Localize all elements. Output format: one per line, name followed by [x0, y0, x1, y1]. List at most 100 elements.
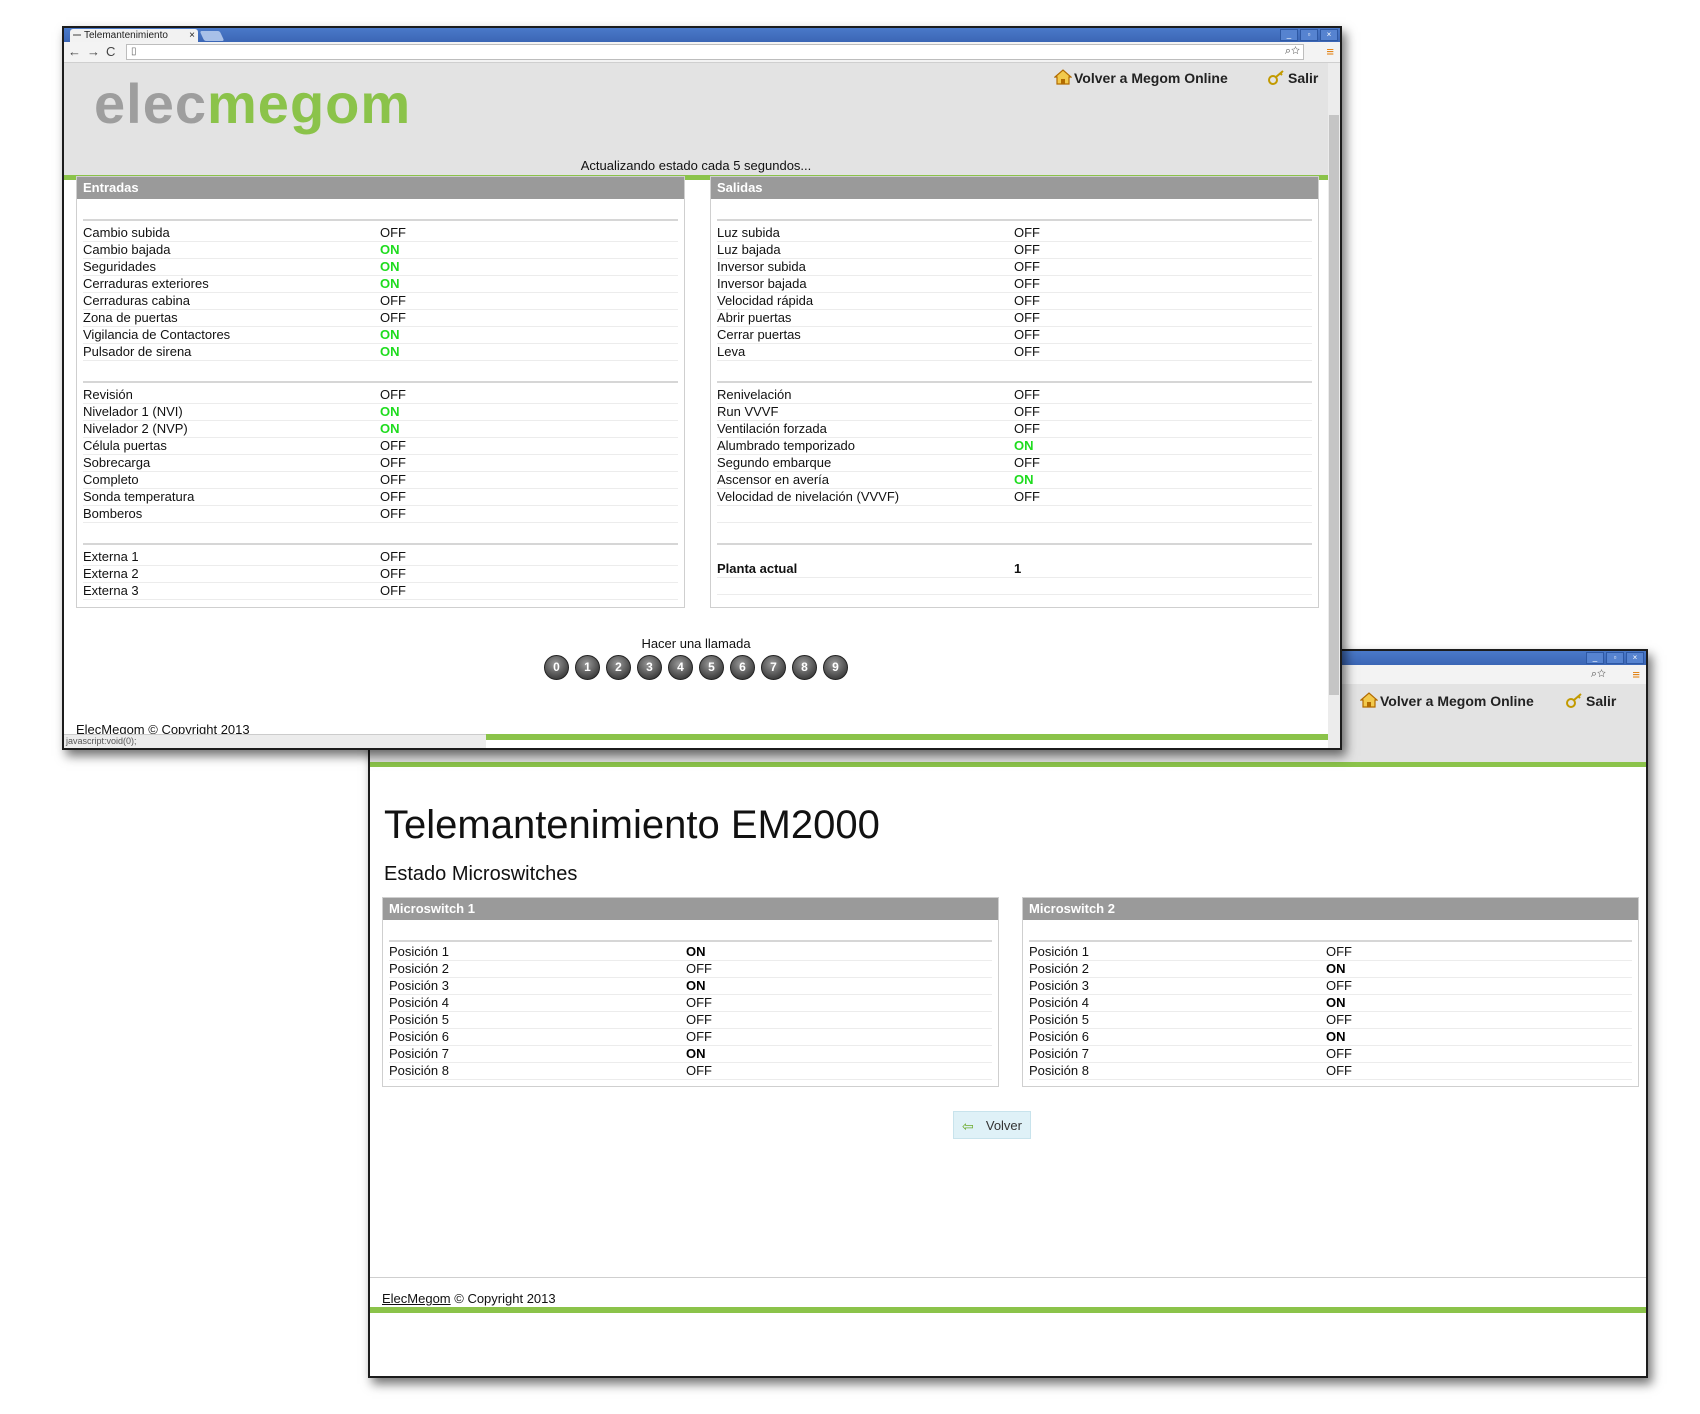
- row-value: OFF: [686, 1063, 712, 1078]
- new-tab-button[interactable]: [199, 31, 225, 41]
- floor-key-5[interactable]: 5: [699, 655, 724, 680]
- row-value: ON: [380, 344, 400, 359]
- title-bar: Telemantenimiento × _ ▫ ×: [64, 28, 1340, 42]
- zoom-star-icons[interactable]: ⌕☆: [1591, 668, 1606, 681]
- row-value: ON: [686, 1046, 706, 1061]
- row-label: Sonda temperatura: [83, 489, 195, 504]
- floor-key-9[interactable]: 9: [823, 655, 848, 680]
- status-row: Zona de puertas OFF: [83, 310, 678, 327]
- floor-key-8[interactable]: 8: [792, 655, 817, 680]
- row-label: Posición 6: [389, 1029, 449, 1044]
- nav-buttons[interactable]: ←→C: [68, 44, 121, 59]
- volver-button[interactable]: ⇦ Volver: [953, 1111, 1031, 1139]
- row-label: Cambio subida: [83, 225, 170, 240]
- row-label: Posición 4: [1029, 995, 1089, 1010]
- window-controls: _ ▫ ×: [1586, 652, 1644, 664]
- status-row: Posición 5 OFF: [1029, 1012, 1632, 1029]
- status-row: Externa 3 OFF: [83, 583, 678, 600]
- page-icon: ▯: [131, 46, 137, 57]
- status-row: Cerrar puertas OFF: [717, 327, 1312, 344]
- microswitch-1-rows: Posición 1 ON Posición 2 OFF Posición 3 ON Pos…: [389, 940, 992, 1080]
- row-value: OFF: [686, 1029, 712, 1044]
- row-value: OFF: [686, 1012, 712, 1027]
- status-row: Cambio subida OFF: [83, 225, 678, 242]
- salir-link[interactable]: Salir: [1566, 692, 1616, 709]
- close-window-button[interactable]: ×: [1626, 652, 1644, 664]
- row-label: Alumbrado temporizado: [717, 438, 856, 453]
- row-label: Seguridades: [83, 259, 156, 274]
- row-label: Revisión: [83, 387, 133, 402]
- status-row: Cerraduras cabina OFF: [83, 293, 678, 310]
- arrow-left-icon: ⇦: [962, 1118, 974, 1134]
- floor-key-3[interactable]: 3: [637, 655, 662, 680]
- floor-key-7[interactable]: 7: [761, 655, 786, 680]
- zoom-star-icons[interactable]: ⌕☆: [1285, 45, 1300, 58]
- row-value: OFF: [380, 489, 406, 504]
- footer-brand-link[interactable]: ElecMegom: [382, 1291, 451, 1306]
- floor-key-2[interactable]: 2: [606, 655, 631, 680]
- maximize-button[interactable]: ▫: [1300, 29, 1318, 41]
- row-label: Nivelador 1 (NVI): [83, 404, 183, 419]
- planta-group: Planta actual 1: [717, 543, 1312, 595]
- floor-key-1[interactable]: 1: [575, 655, 600, 680]
- row-label: Nivelador 2 (NVP): [83, 421, 188, 436]
- row-label: Posición 6: [1029, 1029, 1089, 1044]
- row-label: Luz bajada: [717, 242, 781, 257]
- status-row: Sobrecarga OFF: [83, 455, 678, 472]
- row-value: ON: [380, 327, 400, 342]
- row-label: Abrir puertas: [717, 310, 792, 325]
- salidas-groups: Luz subida OFF Luz bajada OFF Inversor subid…: [711, 219, 1318, 523]
- volver-label: Volver: [985, 1118, 1022, 1133]
- row-value: OFF: [380, 225, 406, 240]
- status-row: Luz bajada OFF: [717, 242, 1312, 259]
- minimize-button[interactable]: _: [1280, 29, 1298, 41]
- close-window-button[interactable]: ×: [1320, 29, 1338, 41]
- status-row: Célula puertas OFF: [83, 438, 678, 455]
- status-row: Nivelador 1 (NVI) ON: [83, 404, 678, 421]
- call-label: Hacer una llamada: [641, 636, 751, 651]
- scrollbar-thumb[interactable]: [1329, 115, 1339, 695]
- row-value: ON: [686, 978, 706, 993]
- row-label: Posición 5: [389, 1012, 449, 1027]
- microswitch-2-rows: Posición 1 OFF Posición 2 ON Posición 3 OFF Po…: [1029, 940, 1632, 1080]
- minimize-button[interactable]: _: [1586, 652, 1604, 664]
- vertical-scrollbar[interactable]: [1328, 63, 1340, 748]
- floor-keypad: 0123456789: [64, 655, 1328, 680]
- row-value: OFF: [1326, 978, 1352, 993]
- tab-close-icon[interactable]: ×: [189, 29, 195, 42]
- floor-key-4[interactable]: 4: [668, 655, 693, 680]
- key-icon: [1566, 693, 1582, 708]
- row-label: Leva: [717, 344, 746, 359]
- address-bar[interactable]: ▯: [126, 44, 1304, 60]
- favicon-icon: [73, 34, 81, 36]
- update-status-text: Actualizando estado cada 5 segundos...: [580, 158, 812, 173]
- row-value: OFF: [1326, 1046, 1352, 1061]
- row-value: ON: [380, 276, 400, 291]
- row-value: OFF: [1014, 259, 1040, 274]
- floor-key-0[interactable]: 0: [544, 655, 569, 680]
- row-value: OFF: [686, 961, 712, 976]
- status-row: Posición 8 OFF: [1029, 1063, 1632, 1080]
- row-value: OFF: [1014, 421, 1040, 436]
- floor-key-6[interactable]: 6: [730, 655, 755, 680]
- salir-link[interactable]: Salir: [1268, 69, 1318, 86]
- maximize-button[interactable]: ▫: [1606, 652, 1624, 664]
- footer: ElecMegom © Copyright 2013: [382, 1291, 556, 1306]
- footer-accent-bar: [370, 1307, 1646, 1313]
- status-row: Alumbrado temporizado ON: [717, 438, 1312, 455]
- volver-online-link[interactable]: Volver a Megom Online: [1054, 69, 1228, 86]
- row-value: OFF: [1014, 344, 1040, 359]
- row-group: Cambio subida OFF Cambio bajada ON Seguridad…: [83, 219, 678, 361]
- entradas-groups: Cambio subida OFF Cambio bajada ON Seguridad…: [77, 219, 684, 600]
- row-label: Posición 8: [1029, 1063, 1089, 1078]
- browser-tab[interactable]: Telemantenimiento ×: [70, 29, 198, 42]
- row-label: Velocidad de nivelación (VVVF): [717, 489, 900, 504]
- menu-icon[interactable]: ≡: [1326, 44, 1334, 59]
- row-label: Cerrar puertas: [717, 327, 801, 342]
- row-label: Posición 7: [389, 1046, 449, 1061]
- salir-label: Salir: [1586, 693, 1617, 709]
- row-label: Vigilancia de Contactores: [83, 327, 231, 342]
- volver-online-link[interactable]: Volver a Megom Online: [1360, 692, 1534, 709]
- empty-row: [717, 578, 1312, 595]
- menu-icon[interactable]: ≡: [1632, 667, 1640, 682]
